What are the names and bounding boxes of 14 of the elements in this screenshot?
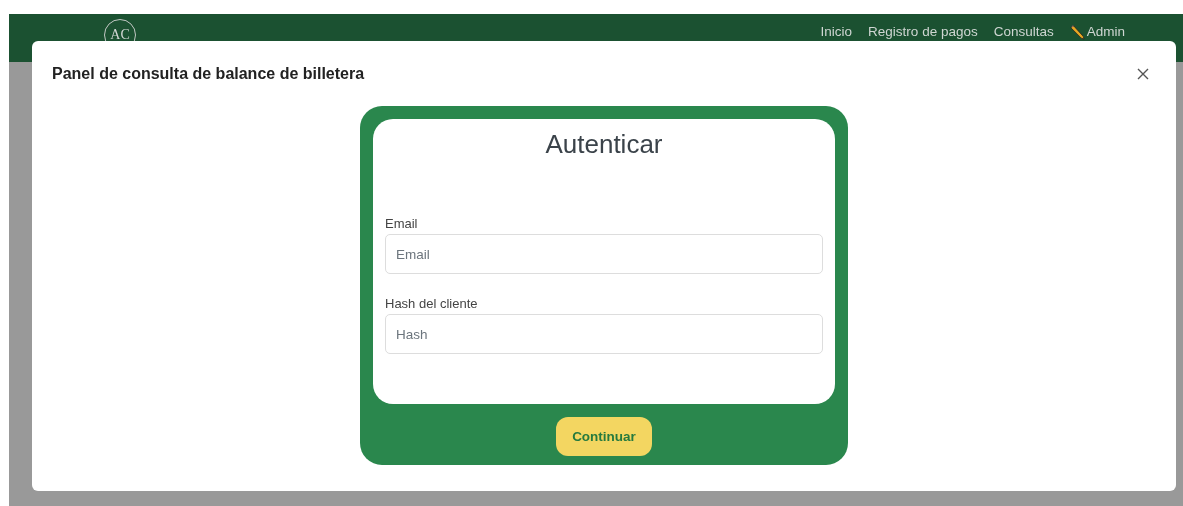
modal-title: Panel de consulta de balance de billetera bbox=[52, 65, 365, 83]
close-icon bbox=[1137, 68, 1149, 80]
field-label: Email bbox=[385, 216, 418, 231]
field-label: Hash del cliente bbox=[385, 296, 478, 311]
pencil-icon bbox=[1069, 24, 1085, 40]
nav-link[interactable]: Admin bbox=[1069, 24, 1125, 40]
input-field[interactable]: Hash bbox=[385, 314, 823, 354]
nav-link[interactable]: Inicio bbox=[820, 24, 853, 40]
close-button[interactable] bbox=[1136, 67, 1150, 81]
form-heading: Autenticar bbox=[544, 129, 664, 160]
nav-link[interactable]: Consultas bbox=[993, 24, 1054, 40]
input-field[interactable]: Email bbox=[385, 234, 823, 274]
continue-button[interactable]: Continuar bbox=[556, 417, 652, 456]
nav-link[interactable]: Registro de pagos bbox=[868, 24, 978, 40]
